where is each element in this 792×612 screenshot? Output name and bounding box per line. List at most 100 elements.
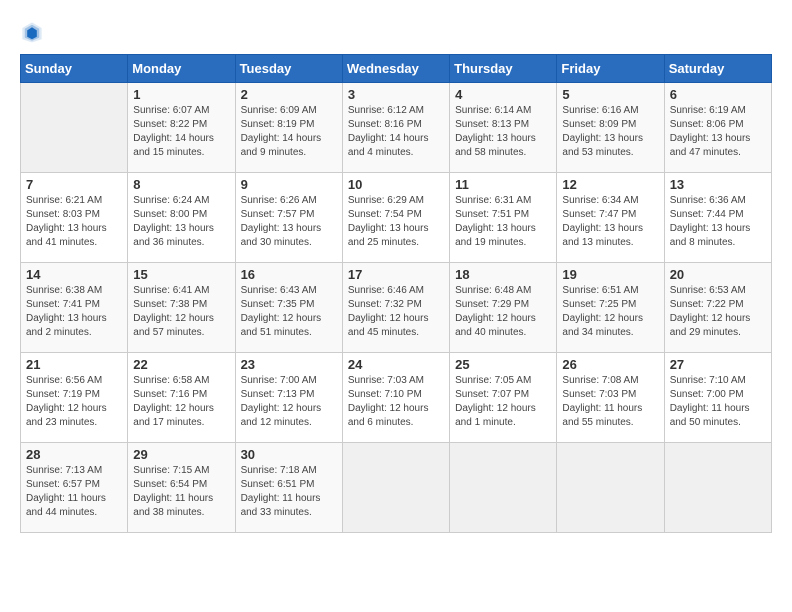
- day-info: Sunrise: 7:00 AMSunset: 7:13 PMDaylight:…: [241, 374, 337, 430]
- day-info: Sunrise: 6:09 AMSunset: 8:19 PMDaylight:…: [241, 104, 337, 160]
- calendar-cell: 14Sunrise: 6:38 AMSunset: 7:41 PMDayligh…: [21, 263, 128, 353]
- day-number: 26: [562, 357, 658, 372]
- calendar-cell: 17 Sunrise: 6:46 AMSunset: 7:32 PMDayligh…: [342, 263, 449, 353]
- day-number: 20: [670, 267, 766, 282]
- day-info: Sunrise: 6:48 AMSunset: 7:29 PMDaylight:…: [455, 284, 551, 340]
- day-number: 23: [241, 357, 337, 372]
- day-number: 17: [348, 267, 444, 282]
- week-row-3: 14Sunrise: 6:38 AMSunset: 7:41 PMDayligh…: [21, 263, 772, 353]
- header-tuesday: Tuesday: [235, 55, 342, 83]
- day-number: 19: [562, 267, 658, 282]
- calendar-cell: [21, 83, 128, 173]
- calendar-cell: 12 Sunrise: 6:34 AMSunset: 7:47 PMDayligh…: [557, 173, 664, 263]
- header-sunday: Sunday: [21, 55, 128, 83]
- calendar-cell: 28 Sunrise: 7:13 AMSunset: 6:57 PMDayligh…: [21, 443, 128, 533]
- day-info: Sunrise: 6:36 AMSunset: 7:44 PMDaylight:…: [670, 194, 766, 250]
- day-number: 6: [670, 87, 766, 102]
- day-info: Sunrise: 6:34 AMSunset: 7:47 PMDaylight:…: [562, 194, 658, 250]
- calendar-cell: 6 Sunrise: 6:19 AMSunset: 8:06 PMDaylight…: [664, 83, 771, 173]
- day-info: Sunrise: 6:12 AMSunset: 8:16 PMDaylight:…: [348, 104, 444, 160]
- calendar-cell: 27 Sunrise: 7:10 AMSunset: 7:00 PMDayligh…: [664, 353, 771, 443]
- calendar-cell: 18 Sunrise: 6:48 AMSunset: 7:29 PMDayligh…: [450, 263, 557, 353]
- header-wednesday: Wednesday: [342, 55, 449, 83]
- day-info: Sunrise: 6:14 AMSunset: 8:13 PMDaylight:…: [455, 104, 551, 160]
- day-number: 28: [26, 447, 122, 462]
- calendar-cell: 3 Sunrise: 6:12 AMSunset: 8:16 PMDaylight…: [342, 83, 449, 173]
- day-info: Sunrise: 6:51 AMSunset: 7:25 PMDaylight:…: [562, 284, 658, 340]
- day-info: Sunrise: 7:10 AMSunset: 7:00 PMDaylight:…: [670, 374, 766, 430]
- day-number: 24: [348, 357, 444, 372]
- day-info: Sunrise: 7:08 AMSunset: 7:03 PMDaylight:…: [562, 374, 658, 430]
- day-number: 3: [348, 87, 444, 102]
- day-info: Sunrise: 7:05 AMSunset: 7:07 PMDaylight:…: [455, 374, 551, 430]
- calendar-cell: 15 Sunrise: 6:41 AMSunset: 7:38 PMDayligh…: [128, 263, 235, 353]
- calendar-cell: 21 Sunrise: 6:56 AMSunset: 7:19 PMDayligh…: [21, 353, 128, 443]
- day-info: Sunrise: 6:38 AMSunset: 7:41 PMDaylight:…: [26, 284, 122, 340]
- header-row: SundayMondayTuesdayWednesdayThursdayFrid…: [21, 55, 772, 83]
- day-info: Sunrise: 7:13 AMSunset: 6:57 PMDaylight:…: [26, 464, 122, 520]
- header-friday: Friday: [557, 55, 664, 83]
- calendar-header: SundayMondayTuesdayWednesdayThursdayFrid…: [21, 55, 772, 83]
- week-row-2: 7 Sunrise: 6:21 AMSunset: 8:03 PMDaylight…: [21, 173, 772, 263]
- calendar-cell: 2 Sunrise: 6:09 AMSunset: 8:19 PMDaylight…: [235, 83, 342, 173]
- day-number: 4: [455, 87, 551, 102]
- day-number: 10: [348, 177, 444, 192]
- day-info: Sunrise: 6:41 AMSunset: 7:38 PMDaylight:…: [133, 284, 229, 340]
- day-number: 13: [670, 177, 766, 192]
- calendar-cell: 20 Sunrise: 6:53 AMSunset: 7:22 PMDayligh…: [664, 263, 771, 353]
- day-info: Sunrise: 6:07 AMSunset: 8:22 PMDaylight:…: [133, 104, 229, 160]
- calendar-cell: [342, 443, 449, 533]
- calendar-cell: 25 Sunrise: 7:05 AMSunset: 7:07 PMDayligh…: [450, 353, 557, 443]
- day-number: 15: [133, 267, 229, 282]
- day-number: 27: [670, 357, 766, 372]
- day-info: Sunrise: 6:58 AMSunset: 7:16 PMDaylight:…: [133, 374, 229, 430]
- calendar-cell: 30 Sunrise: 7:18 AMSunset: 6:51 PMDayligh…: [235, 443, 342, 533]
- day-info: Sunrise: 6:56 AMSunset: 7:19 PMDaylight:…: [26, 374, 122, 430]
- page-header: [20, 20, 772, 44]
- calendar-cell: 19 Sunrise: 6:51 AMSunset: 7:25 PMDayligh…: [557, 263, 664, 353]
- day-info: Sunrise: 6:29 AMSunset: 7:54 PMDaylight:…: [348, 194, 444, 250]
- day-number: 22: [133, 357, 229, 372]
- calendar-cell: 10 Sunrise: 6:29 AMSunset: 7:54 PMDayligh…: [342, 173, 449, 263]
- week-row-1: 1Sunrise: 6:07 AMSunset: 8:22 PMDaylight…: [21, 83, 772, 173]
- calendar-cell: 9Sunrise: 6:26 AMSunset: 7:57 PMDaylight…: [235, 173, 342, 263]
- day-info: Sunrise: 7:03 AMSunset: 7:10 PMDaylight:…: [348, 374, 444, 430]
- header-monday: Monday: [128, 55, 235, 83]
- day-number: 16: [241, 267, 337, 282]
- day-number: 25: [455, 357, 551, 372]
- header-saturday: Saturday: [664, 55, 771, 83]
- day-number: 18: [455, 267, 551, 282]
- calendar-cell: 24 Sunrise: 7:03 AMSunset: 7:10 PMDayligh…: [342, 353, 449, 443]
- day-info: Sunrise: 6:24 AMSunset: 8:00 PMDaylight:…: [133, 194, 229, 250]
- calendar-cell: 23 Sunrise: 7:00 AMSunset: 7:13 PMDayligh…: [235, 353, 342, 443]
- day-number: 30: [241, 447, 337, 462]
- day-info: Sunrise: 7:18 AMSunset: 6:51 PMDaylight:…: [241, 464, 337, 520]
- day-number: 2: [241, 87, 337, 102]
- calendar-cell: 4 Sunrise: 6:14 AMSunset: 8:13 PMDaylight…: [450, 83, 557, 173]
- day-number: 11: [455, 177, 551, 192]
- day-number: 12: [562, 177, 658, 192]
- day-info: Sunrise: 6:43 AMSunset: 7:35 PMDaylight:…: [241, 284, 337, 340]
- day-info: Sunrise: 6:21 AMSunset: 8:03 PMDaylight:…: [26, 194, 122, 250]
- logo: [20, 20, 52, 44]
- calendar-cell: 26 Sunrise: 7:08 AMSunset: 7:03 PMDayligh…: [557, 353, 664, 443]
- day-info: Sunrise: 6:53 AMSunset: 7:22 PMDaylight:…: [670, 284, 766, 340]
- day-number: 21: [26, 357, 122, 372]
- calendar-cell: 11Sunrise: 6:31 AMSunset: 7:51 PMDayligh…: [450, 173, 557, 263]
- calendar-cell: 8 Sunrise: 6:24 AMSunset: 8:00 PMDaylight…: [128, 173, 235, 263]
- calendar-table: SundayMondayTuesdayWednesdayThursdayFrid…: [20, 54, 772, 533]
- day-number: 8: [133, 177, 229, 192]
- calendar-cell: [664, 443, 771, 533]
- week-row-5: 28 Sunrise: 7:13 AMSunset: 6:57 PMDayligh…: [21, 443, 772, 533]
- day-info: Sunrise: 6:46 AMSunset: 7:32 PMDaylight:…: [348, 284, 444, 340]
- calendar-cell: [557, 443, 664, 533]
- day-info: Sunrise: 6:19 AMSunset: 8:06 PMDaylight:…: [670, 104, 766, 160]
- day-number: 29: [133, 447, 229, 462]
- calendar-cell: 1Sunrise: 6:07 AMSunset: 8:22 PMDaylight…: [128, 83, 235, 173]
- calendar-cell: [450, 443, 557, 533]
- logo-icon: [20, 20, 44, 44]
- day-number: 5: [562, 87, 658, 102]
- day-number: 7: [26, 177, 122, 192]
- day-info: Sunrise: 7:15 AMSunset: 6:54 PMDaylight:…: [133, 464, 229, 520]
- calendar-cell: 29 Sunrise: 7:15 AMSunset: 6:54 PMDayligh…: [128, 443, 235, 533]
